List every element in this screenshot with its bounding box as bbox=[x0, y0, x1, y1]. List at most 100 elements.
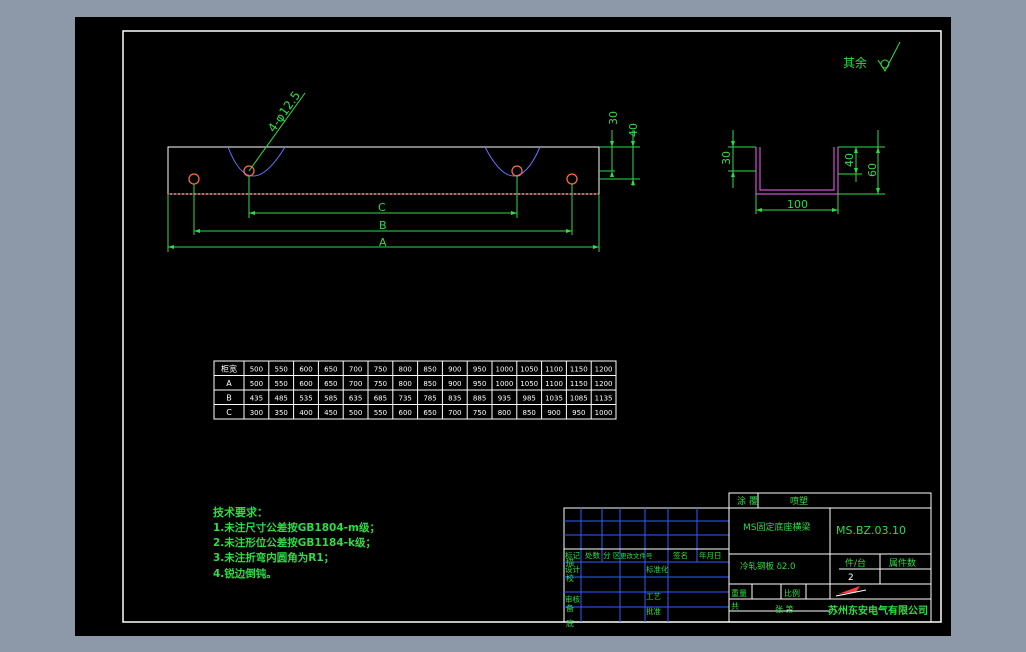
size-table-cell: 650 bbox=[423, 409, 436, 417]
size-table-cell: 485 bbox=[275, 394, 288, 402]
left-mark-1: 描 bbox=[566, 557, 574, 567]
size-table-cell: 800 bbox=[399, 380, 412, 388]
part-name: MS固定底座横梁 bbox=[743, 521, 810, 533]
rev-header-count: 处数 bbox=[585, 550, 600, 560]
size-table-cell: 950 bbox=[473, 380, 486, 388]
size-table-cell: 850 bbox=[423, 365, 436, 373]
coating-value: 喷塑 bbox=[790, 496, 808, 507]
size-table-cell: 900 bbox=[547, 409, 560, 417]
size-table-cell: 650 bbox=[324, 365, 337, 373]
coating-label: 涂 覆 bbox=[737, 495, 758, 507]
drawing-sheet bbox=[75, 17, 951, 636]
tech-title: 技术要求： bbox=[213, 505, 268, 519]
left-mark-4: 底 bbox=[566, 618, 574, 628]
drawing-number: MS.BZ.03.10 bbox=[836, 524, 906, 537]
size-table-cell: 635 bbox=[349, 394, 362, 402]
size-table-cell: 700 bbox=[349, 365, 362, 373]
size-table-cell: 1085 bbox=[570, 394, 588, 402]
size-table-cell: 1200 bbox=[595, 380, 613, 388]
size-table-cell: 1050 bbox=[520, 365, 538, 373]
sheets-label: 共 bbox=[731, 602, 739, 611]
size-table-cell: 1100 bbox=[545, 380, 563, 388]
size-table-cell: 500 bbox=[250, 365, 263, 373]
size-table-cell: 585 bbox=[324, 394, 337, 402]
size-table-cell: 800 bbox=[399, 365, 412, 373]
size-table-cell: 650 bbox=[324, 380, 337, 388]
size-table-cell: 500 bbox=[250, 380, 263, 388]
size-table-cell: 900 bbox=[448, 380, 461, 388]
side-dim-40-label: 40 bbox=[843, 153, 856, 167]
surface-note: 其余 bbox=[843, 55, 867, 70]
size-table-cell: 1150 bbox=[570, 380, 588, 388]
size-table-cell: 835 bbox=[448, 394, 461, 402]
scale-label: 比例 bbox=[784, 588, 800, 598]
size-table-cell: 600 bbox=[299, 380, 312, 388]
size-table-cell: 400 bbox=[299, 409, 312, 417]
size-table-cell: 1000 bbox=[495, 380, 513, 388]
size-table-cell: 700 bbox=[349, 380, 362, 388]
size-table-cell: 700 bbox=[448, 409, 461, 417]
size-table-cell: 535 bbox=[299, 394, 312, 402]
dim-40-label: 40 bbox=[627, 123, 640, 137]
size-table-cell: 685 bbox=[374, 394, 387, 402]
rev-header-file: 更改文件号 bbox=[620, 551, 653, 560]
left-mark-2: 校 bbox=[566, 573, 574, 583]
role-standard: 标准化 bbox=[646, 564, 669, 574]
tech-item-4: 4.锐边倒钝。 bbox=[213, 567, 277, 580]
size-table-row-label: B bbox=[226, 393, 232, 402]
side-dim-30-label: 30 bbox=[720, 151, 733, 165]
size-table-cell: 985 bbox=[523, 394, 536, 402]
size-table-cell: 600 bbox=[299, 365, 312, 373]
sheet-label: 张 第 bbox=[775, 604, 794, 614]
company-name: 苏州东安电气有限公司 bbox=[828, 604, 928, 617]
tech-item-1: 1.未注尺寸公差按GB1804-m级； bbox=[213, 521, 380, 534]
tech-item-3: 3.未注折弯内圆角为R1； bbox=[213, 551, 334, 564]
size-table-cell: 750 bbox=[374, 365, 387, 373]
size-table-cell: 885 bbox=[473, 394, 486, 402]
size-table-cell: 735 bbox=[399, 394, 412, 402]
size-table-cell: 350 bbox=[275, 409, 288, 417]
size-table-cell: 435 bbox=[250, 394, 263, 402]
size-table-cell: 1150 bbox=[570, 365, 588, 373]
drawing-canvas: 其余 4-φ12.5 C B A 30 40 30 40 60 100 柜宽 5… bbox=[75, 17, 951, 636]
rev-header-zone: 分 区 bbox=[603, 551, 621, 560]
size-table-cell: 900 bbox=[448, 365, 461, 373]
dim-30-label: 30 bbox=[607, 111, 620, 125]
role-review: 审核 bbox=[565, 594, 580, 604]
size-table-cell: 800 bbox=[498, 409, 511, 417]
size-table-cell: 950 bbox=[572, 409, 585, 417]
size-table-cell: 750 bbox=[374, 380, 387, 388]
size-table-row-label: C bbox=[226, 408, 232, 417]
size-table-cell: 850 bbox=[423, 380, 436, 388]
size-table-cell: 1000 bbox=[495, 365, 513, 373]
dim-a-label: A bbox=[379, 236, 387, 249]
size-table-cell: 300 bbox=[250, 409, 263, 417]
size-table-cell: 500 bbox=[349, 409, 362, 417]
dim-b-label: B bbox=[379, 219, 387, 232]
weight-label: 重量 bbox=[731, 588, 747, 598]
size-table-cell: 550 bbox=[374, 409, 387, 417]
dim-c-label: C bbox=[378, 201, 386, 214]
size-table-cell: 450 bbox=[324, 409, 337, 417]
size-table-cell: 850 bbox=[523, 409, 536, 417]
size-table-cell: 935 bbox=[498, 394, 511, 402]
size-table-cell: 785 bbox=[423, 394, 436, 402]
size-table-cell: 1000 bbox=[595, 409, 613, 417]
qty-label: 件/台 bbox=[845, 557, 866, 569]
rev-header-date: 年月日 bbox=[699, 550, 722, 560]
size-table-cell: 750 bbox=[473, 409, 486, 417]
qty-value: 2 bbox=[848, 573, 854, 583]
size-table-cell: 1050 bbox=[520, 380, 538, 388]
size-table-cell: 1200 bbox=[595, 365, 613, 373]
size-table-row-label: A bbox=[226, 379, 232, 388]
size-table-cell: 550 bbox=[275, 365, 288, 373]
tech-item-2: 2.未注形位公差按GB1184-k级； bbox=[213, 536, 376, 549]
size-table-cell: 1135 bbox=[595, 394, 613, 402]
material: 冷轧钢板 δ2.0 bbox=[740, 561, 795, 572]
left-mark-3: 备 bbox=[566, 603, 574, 613]
size-table-cell: 950 bbox=[473, 365, 486, 373]
side-dim-60-label: 60 bbox=[866, 163, 879, 177]
size-table-cell: 550 bbox=[275, 380, 288, 388]
role-process: 工艺 bbox=[646, 592, 661, 601]
size-table-cell: 1100 bbox=[545, 365, 563, 373]
